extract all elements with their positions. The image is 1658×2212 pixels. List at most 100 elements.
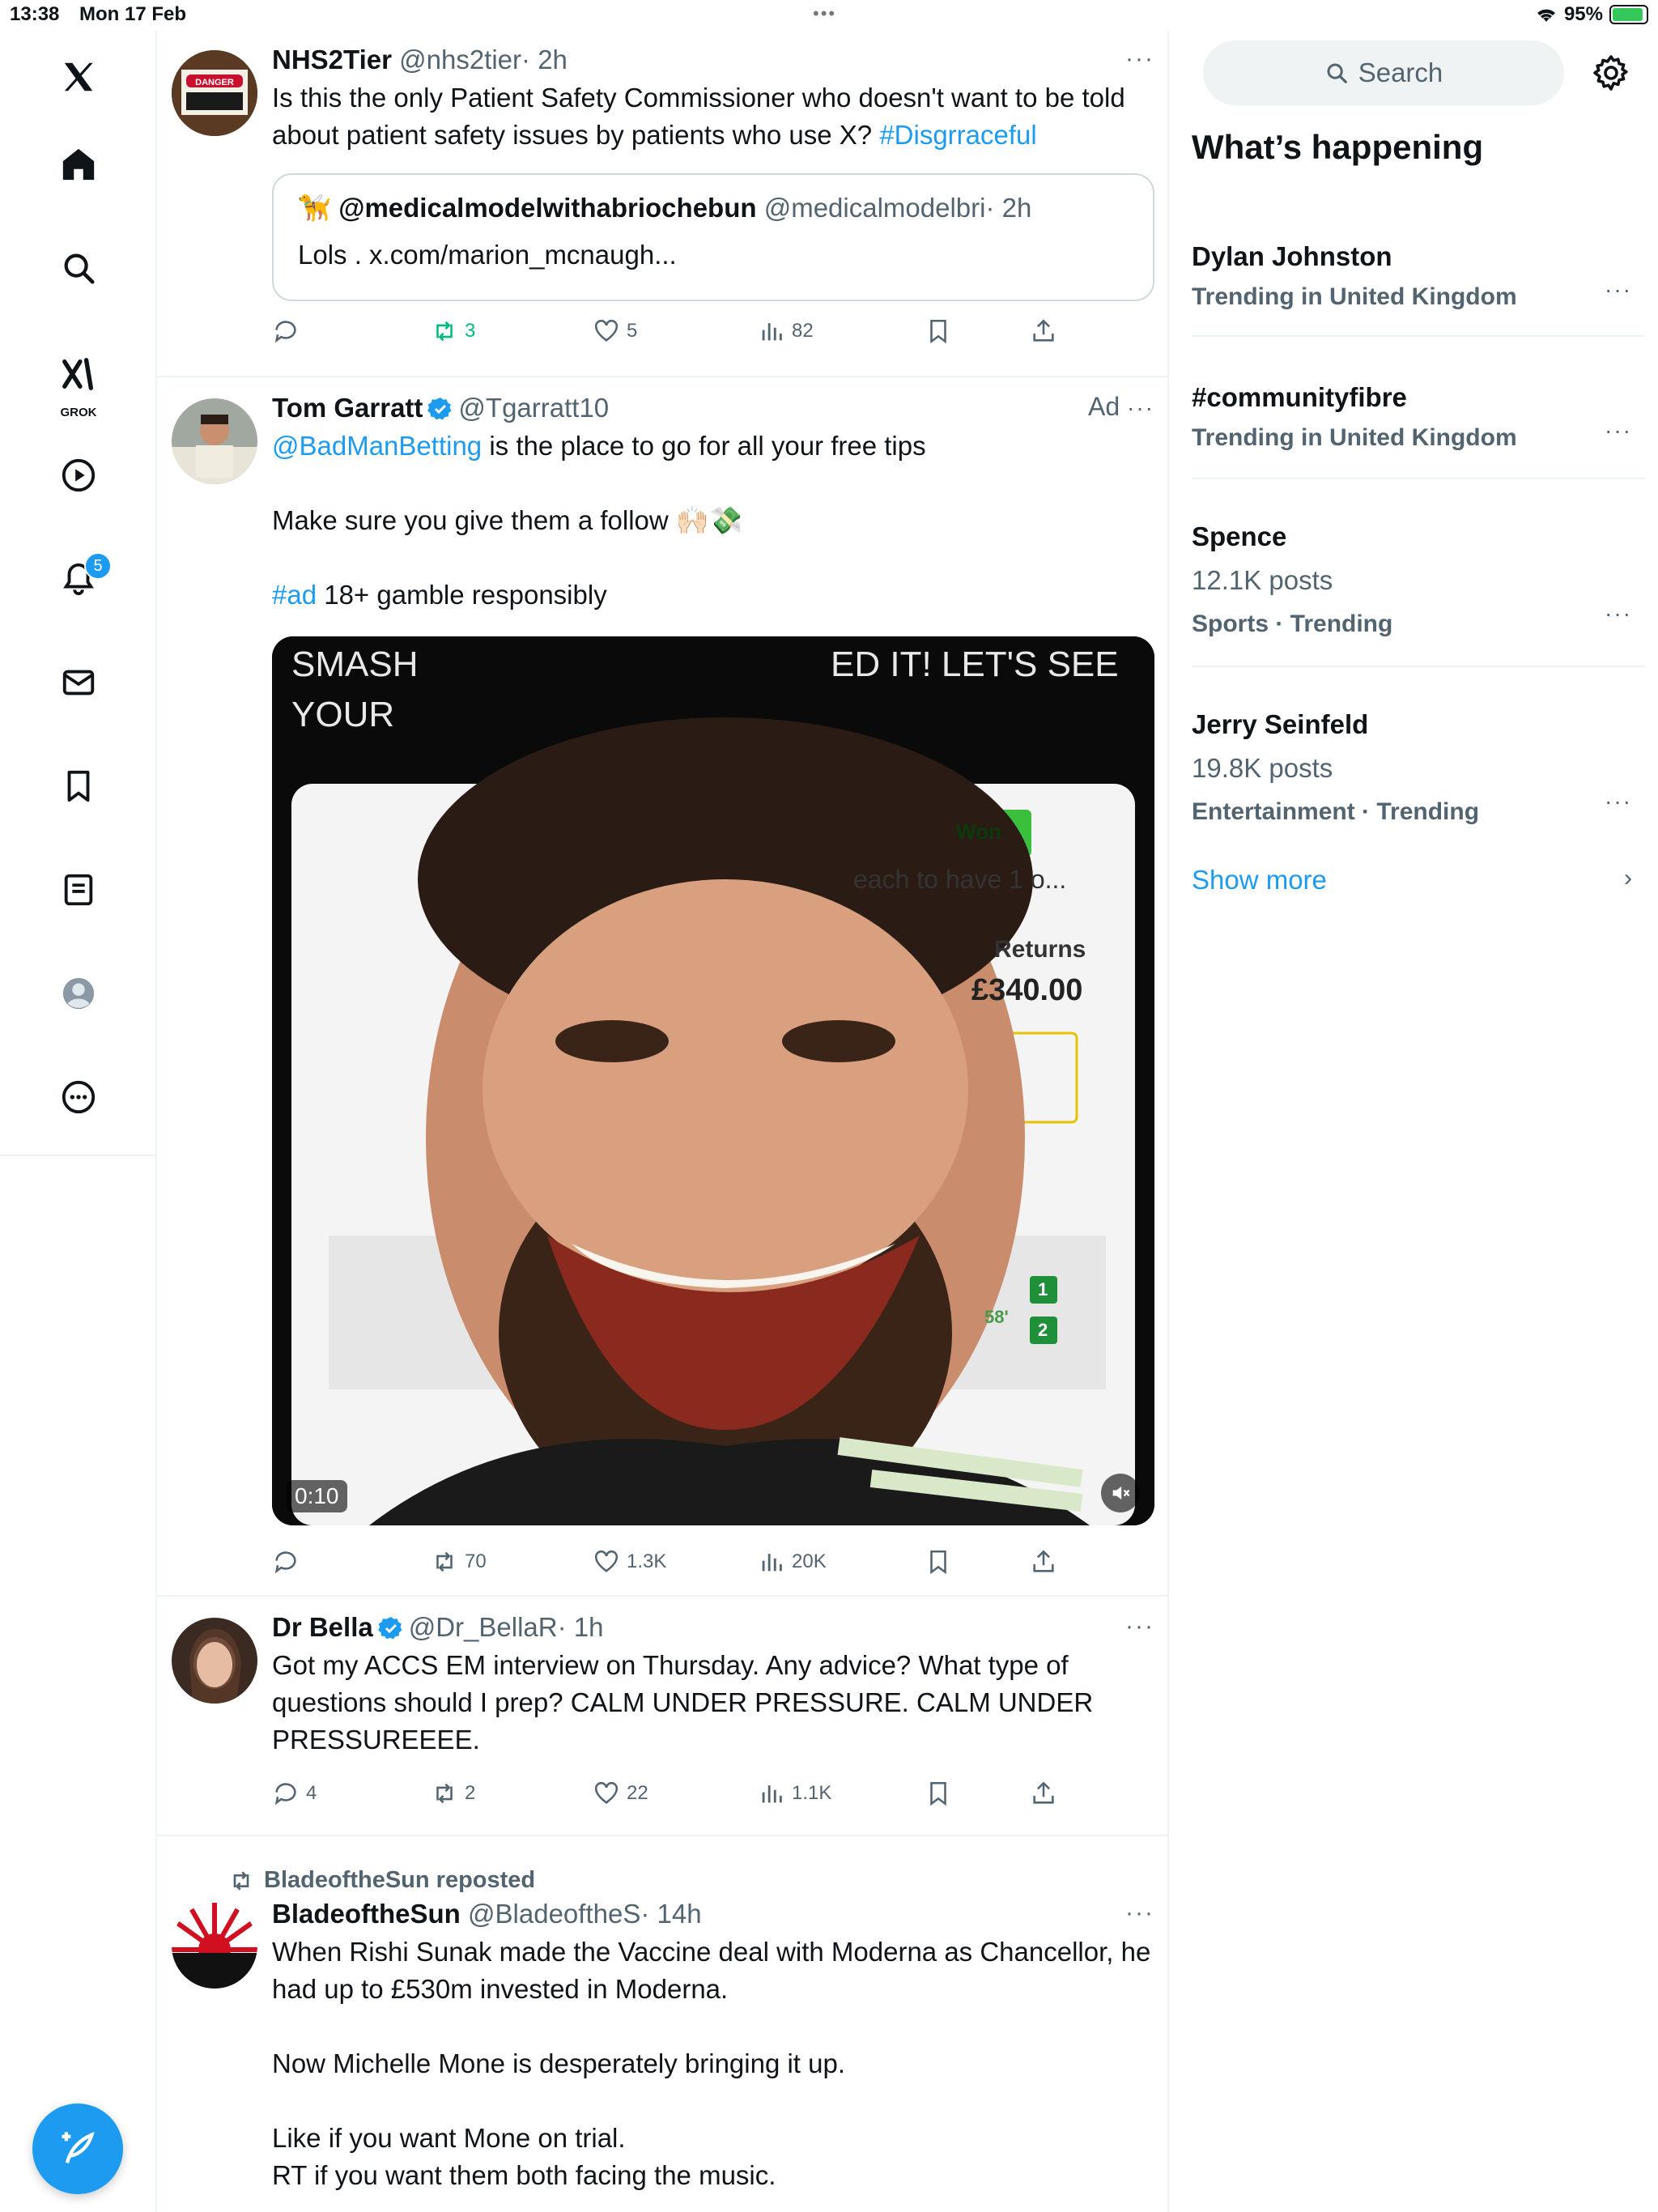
status-time: 13:38 xyxy=(10,3,60,25)
trend-item[interactable]: #communityfibre Trending in United Kingd… xyxy=(1192,337,1645,479)
settings-gear-icon[interactable] xyxy=(1592,53,1630,92)
quote-author-handle: @medicalmodelbri xyxy=(763,193,986,223)
quote-time: · 2h xyxy=(985,193,1032,223)
more-icon[interactable] xyxy=(50,1069,107,1125)
show-more-link[interactable]: Show more › xyxy=(1192,865,1645,895)
like-button[interactable]: 5 xyxy=(593,317,637,345)
repost-button[interactable]: 3 xyxy=(431,317,475,345)
score-away: 2 xyxy=(1038,1320,1048,1340)
search-input[interactable]: Search xyxy=(1203,40,1564,105)
views-button[interactable]: 1.1K xyxy=(758,1780,831,1807)
bookmarks-icon[interactable] xyxy=(50,758,107,815)
compose-button[interactable] xyxy=(32,2104,123,2194)
messages-icon[interactable] xyxy=(50,654,107,711)
ad-hashtag-link[interactable]: #ad xyxy=(272,580,317,610)
tweet-time[interactable]: · 2h xyxy=(521,45,568,74)
tweet-ad[interactable]: Tom Garratt @Tgarratt10 @BadManBetting is… xyxy=(157,377,1167,1597)
share-icon xyxy=(1033,319,1054,342)
trend-item[interactable]: Dylan Johnston Trending in United Kingdo… xyxy=(1192,219,1645,337)
author-name[interactable]: NHS2Tier xyxy=(272,45,392,74)
more-options-icon[interactable]: ··· xyxy=(1125,45,1154,73)
reply-count: 4 xyxy=(306,1782,317,1804)
reply-icon xyxy=(274,1783,296,1806)
reply-button[interactable] xyxy=(272,317,306,345)
video-icon[interactable] xyxy=(50,447,107,504)
reposted-by[interactable]: BladeoftheSun reposted xyxy=(228,1867,535,1894)
mute-icon xyxy=(1112,1486,1130,1500)
compose-icon xyxy=(62,2131,95,2163)
author-name[interactable]: BladeoftheSun xyxy=(272,1899,461,1929)
author-handle[interactable]: @Dr_BellaR xyxy=(409,1612,558,1642)
lists-icon[interactable] xyxy=(50,861,107,918)
share-button[interactable] xyxy=(1030,1780,1057,1807)
explore-icon[interactable] xyxy=(50,240,107,296)
reply-button[interactable] xyxy=(272,1548,306,1576)
more-options-icon[interactable]: ··· xyxy=(1125,1613,1154,1640)
grok-icon[interactable]: GROK xyxy=(50,343,107,419)
status-bar: 13:38 Mon 17 Feb ••• 95% xyxy=(0,0,1658,31)
quote-avatar-icon: 🦮 xyxy=(298,193,332,223)
trend-more-icon[interactable]: ··· xyxy=(1605,789,1632,815)
more-options-icon[interactable]: ··· xyxy=(1127,395,1154,420)
score-home: 1 xyxy=(1038,1279,1048,1300)
match-minute: 58' xyxy=(984,1307,1009,1327)
trend-meta: Trending in United Kingdom xyxy=(1192,424,1517,451)
reply-button[interactable]: 4 xyxy=(272,1780,317,1807)
avatar[interactable] xyxy=(172,1903,257,1989)
tweet-header: BladeoftheSun @BladeoftheS· 14h xyxy=(272,1896,1154,1932)
repost-button[interactable]: 2 xyxy=(431,1780,475,1807)
bookmark-button[interactable] xyxy=(925,1548,952,1576)
verified-badge-icon xyxy=(377,1617,402,1640)
tweet-header: NHS2Tier @nhs2tier· 2h xyxy=(272,42,1154,78)
trend-item[interactable]: Jerry Seinfeld 19.8K posts Entertainment… xyxy=(1192,667,1645,834)
bookmark-button[interactable] xyxy=(925,1780,952,1807)
trend-post-count: 12.1K posts xyxy=(1192,565,1333,595)
avatar[interactable]: DANGER xyxy=(172,50,257,136)
tweet-time[interactable]: · 1h xyxy=(558,1612,604,1642)
ad-label: Ad ··· xyxy=(1087,392,1154,421)
tweet[interactable]: Dr Bella @Dr_BellaR· 1h Got my ACCS EM in… xyxy=(157,1597,1167,1836)
trend-item[interactable]: Spence 12.1K posts Sports · Trending ··· xyxy=(1192,479,1645,667)
video-player[interactable]: SMASH YOUR ED IT! LET'S SEE Won each to … xyxy=(272,636,1154,1525)
like-button[interactable]: 1.3K xyxy=(593,1548,666,1576)
repost-icon xyxy=(233,1870,249,1891)
like-button[interactable]: 22 xyxy=(593,1780,648,1807)
views-icon xyxy=(762,1554,782,1572)
trend-more-icon[interactable]: ··· xyxy=(1605,601,1632,627)
views-button[interactable]: 82 xyxy=(758,317,814,345)
quote-text: Lols . x.com/marion_mcnaugh... xyxy=(298,240,677,270)
mute-button[interactable] xyxy=(1101,1474,1140,1512)
trend-more-icon[interactable]: ··· xyxy=(1605,418,1632,444)
quoted-tweet[interactable]: 🦮 @medicalmodelwithabriochebun @medicalm… xyxy=(272,173,1154,301)
profile-icon[interactable] xyxy=(50,965,107,1022)
share-button[interactable] xyxy=(1030,1548,1057,1576)
author-handle[interactable]: @nhs2tier xyxy=(399,45,521,74)
hashtag-link[interactable]: #Disgrraceful xyxy=(879,120,1036,150)
x-logo-icon[interactable] xyxy=(50,49,107,105)
multitask-dots-icon[interactable]: ••• xyxy=(813,3,836,24)
trend-more-icon[interactable]: ··· xyxy=(1605,277,1632,303)
repost-button[interactable]: 70 xyxy=(431,1548,487,1576)
share-button[interactable] xyxy=(1030,317,1057,345)
repost-count: 2 xyxy=(465,1782,476,1804)
tweet[interactable]: DANGER NHS2Tier @nhs2tier· 2h Is this th… xyxy=(157,31,1167,377)
author-name[interactable]: Dr Bella xyxy=(272,1612,373,1642)
views-button[interactable]: 20K xyxy=(758,1548,827,1576)
avatar[interactable] xyxy=(172,1618,257,1704)
notifications-icon[interactable]: 5 xyxy=(50,551,112,607)
author-name[interactable]: Tom Garratt xyxy=(272,393,423,423)
tweet-repost[interactable]: BladeoftheSun reposted BladeoftheSun @Bl… xyxy=(157,1836,1167,2212)
heart-icon xyxy=(594,1550,619,1572)
home-icon[interactable] xyxy=(50,136,107,193)
video-overlay-text-right: ED IT! LET'S SEE xyxy=(831,644,1119,684)
tweet-time[interactable]: · 14h xyxy=(640,1899,701,1929)
mention-link[interactable]: @BadManBetting xyxy=(272,431,482,461)
right-sidebar: Search What’s happening Dylan Johnston T… xyxy=(1171,31,1658,2212)
bookmark-button[interactable] xyxy=(925,317,952,345)
author-handle[interactable]: @BladeoftheS xyxy=(468,1899,640,1929)
more-options-icon[interactable]: ··· xyxy=(1125,1899,1154,1927)
trend-name: #communityfibre xyxy=(1192,382,1407,412)
tweet-text: @BadManBetting is the place to go for al… xyxy=(272,428,1154,614)
author-handle[interactable]: @Tgarratt10 xyxy=(458,393,609,423)
avatar[interactable] xyxy=(172,398,257,484)
